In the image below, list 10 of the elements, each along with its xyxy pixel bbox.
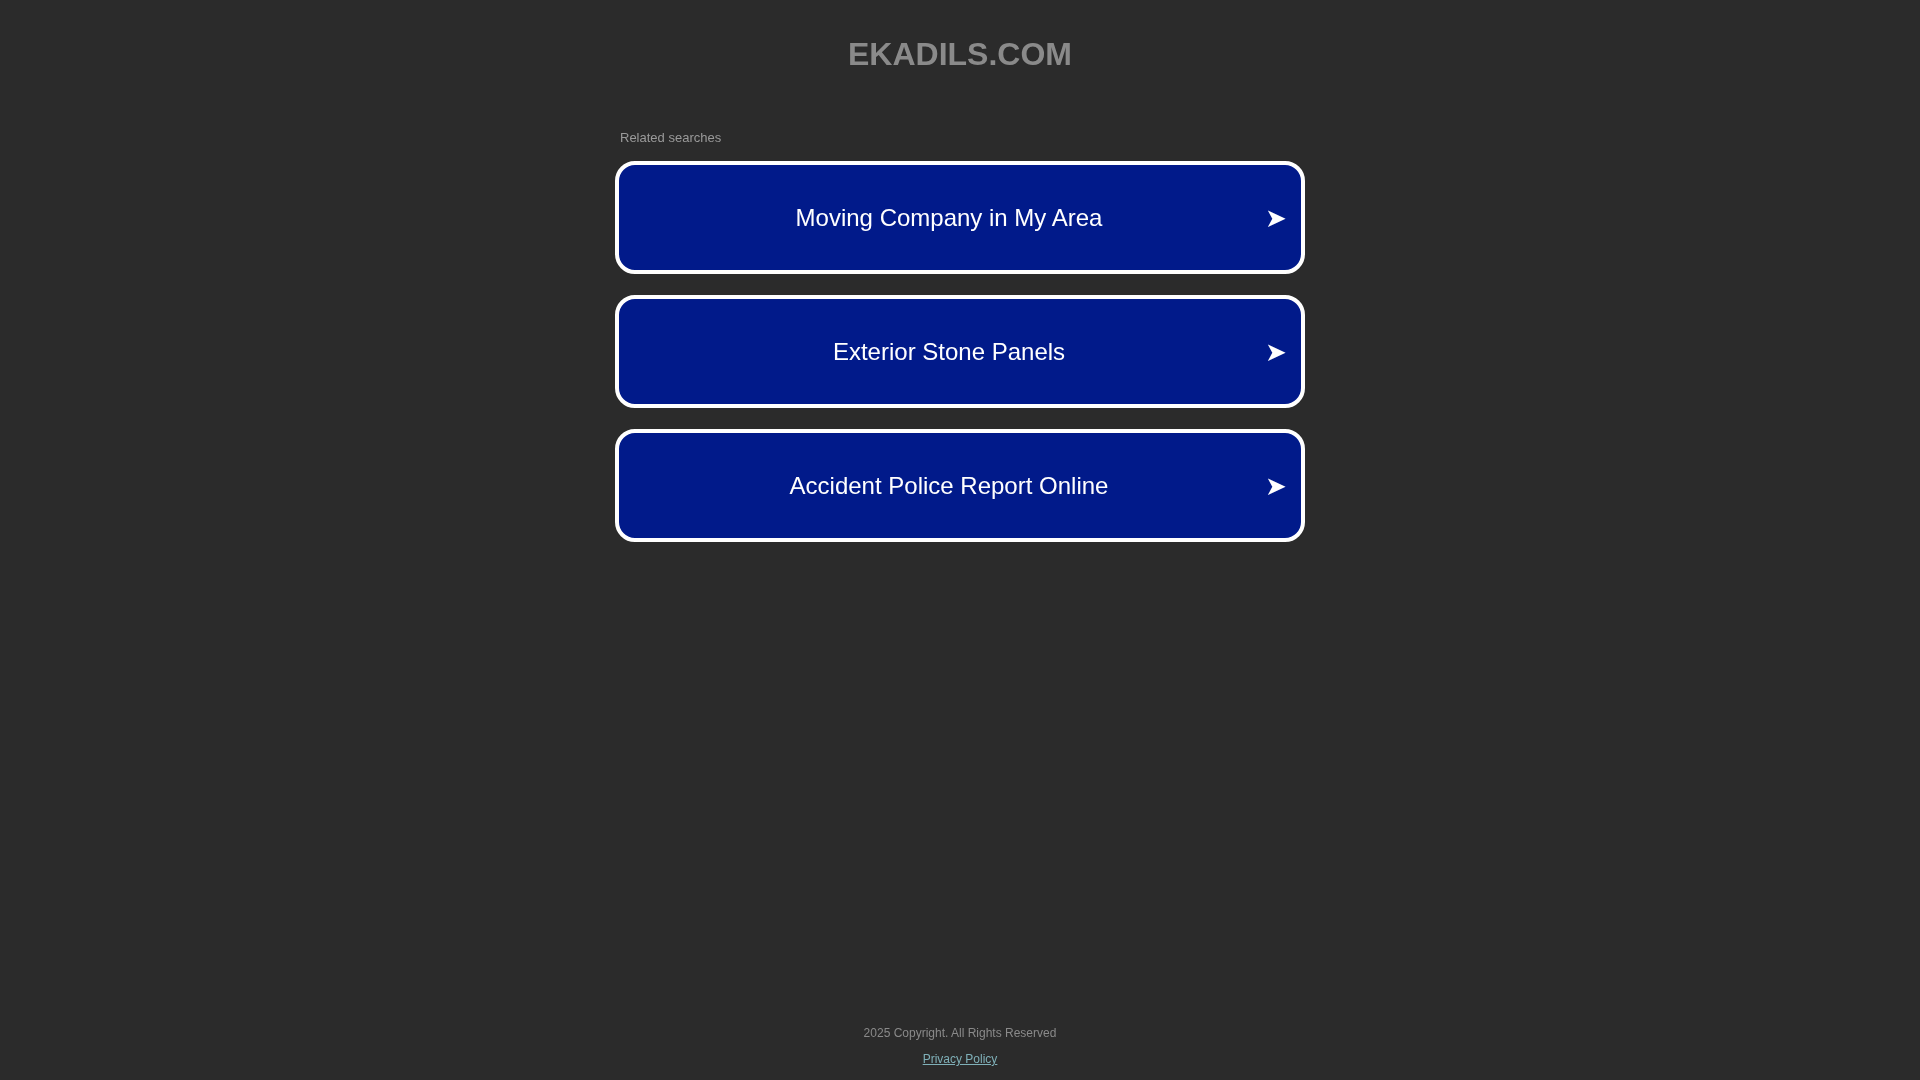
search-link-button[interactable]: Exterior Stone Panels ➤ <box>615 295 1305 408</box>
arrow-icon: ➤ <box>1265 338 1287 365</box>
privacy-policy-link[interactable]: Privacy Policy <box>922 1052 998 1066</box>
arrow-icon: ➤ <box>1265 204 1287 231</box>
search-link-button[interactable]: Moving Company in My Area ➤ <box>615 161 1305 274</box>
copyright-text: 2025 Copyright. All Rights Reserved <box>863 1026 1057 1040</box>
site-title: EKADILS.COM <box>848 35 1072 74</box>
related-searches-heading: Related searches <box>619 130 723 146</box>
arrow-icon: ➤ <box>1265 472 1287 499</box>
search-link-button[interactable]: Accident Police Report Online ➤ <box>615 429 1305 542</box>
